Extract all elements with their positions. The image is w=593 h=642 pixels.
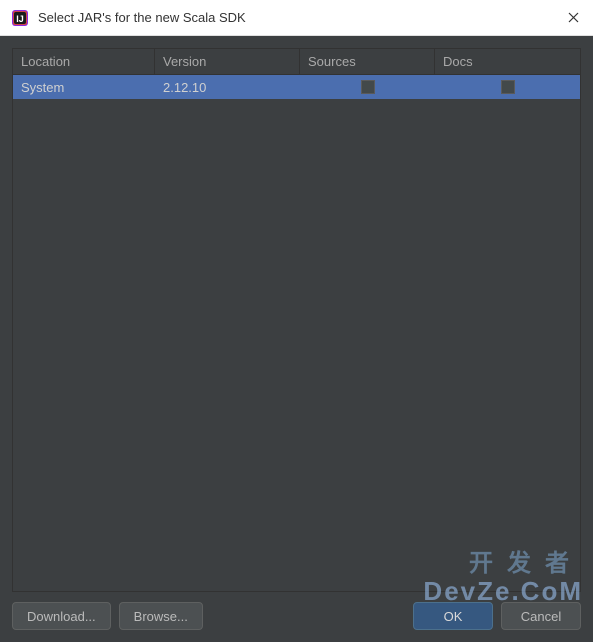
svg-text:IJ: IJ (16, 14, 24, 24)
window-title: Select JAR's for the new Scala SDK (38, 10, 553, 25)
button-bar: Download... Browse... OK Cancel (12, 592, 581, 630)
download-button[interactable]: Download... (12, 602, 111, 630)
header-version[interactable]: Version (155, 49, 300, 74)
header-location[interactable]: Location (13, 49, 155, 74)
header-sources[interactable]: Sources (300, 49, 435, 74)
header-docs[interactable]: Docs (435, 49, 580, 74)
browse-button[interactable]: Browse... (119, 602, 203, 630)
cancel-button[interactable]: Cancel (501, 602, 581, 630)
cell-sources (300, 75, 435, 99)
table-row[interactable]: System 2.12.10 (13, 75, 580, 99)
docs-checkbox[interactable] (501, 80, 515, 94)
titlebar: IJ Select JAR's for the new Scala SDK (0, 0, 593, 36)
app-icon: IJ (10, 8, 30, 28)
ok-button[interactable]: OK (413, 602, 493, 630)
table-header: Location Version Sources Docs (13, 49, 580, 75)
sources-checkbox[interactable] (361, 80, 375, 94)
jar-table: Location Version Sources Docs System 2.1… (12, 48, 581, 592)
dialog-body: Location Version Sources Docs System 2.1… (0, 36, 593, 642)
close-button[interactable] (553, 0, 593, 36)
cell-docs (435, 75, 580, 99)
cell-location: System (13, 75, 155, 99)
cell-version: 2.12.10 (155, 75, 300, 99)
